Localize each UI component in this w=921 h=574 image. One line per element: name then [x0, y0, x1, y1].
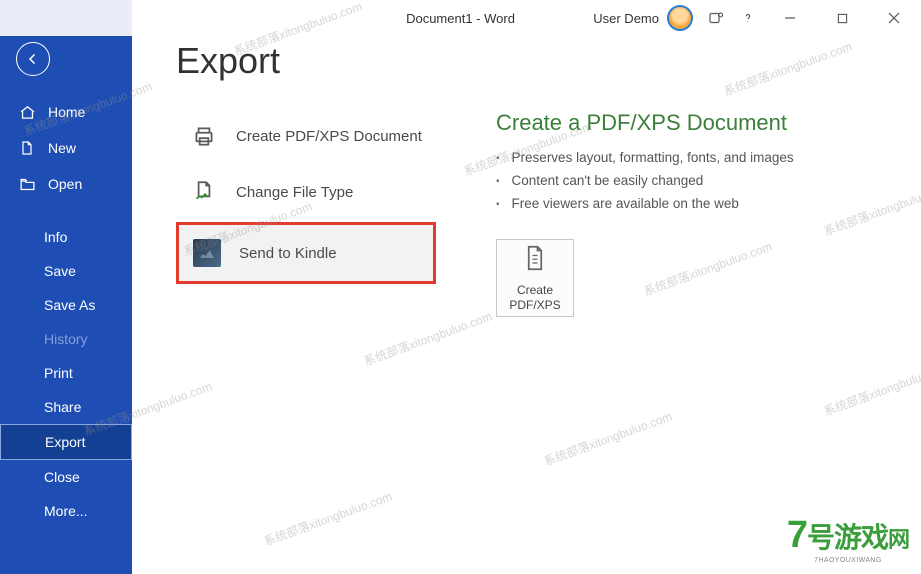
option-label: Change File Type: [236, 184, 353, 201]
change-file-type-icon: [190, 178, 218, 206]
nav-label: Export: [45, 434, 85, 450]
nav-label: History: [44, 331, 88, 347]
nav-label: Info: [44, 229, 67, 245]
nav-save[interactable]: Save: [0, 254, 132, 288]
close-button[interactable]: [875, 3, 913, 33]
nav-label: Print: [44, 365, 73, 381]
option-send-to-kindle[interactable]: Send to Kindle: [176, 222, 436, 284]
page-title: Export: [176, 40, 871, 82]
folder-open-icon: [18, 175, 36, 193]
option-change-file-type[interactable]: Change File Type: [176, 166, 436, 218]
new-document-icon: [18, 139, 36, 157]
button-label-line1: Create: [509, 283, 560, 298]
home-icon: [18, 103, 36, 121]
user-avatar-icon: [667, 5, 693, 31]
nav-export[interactable]: Export: [0, 424, 132, 460]
nav-label: Home: [48, 104, 85, 120]
nav-label: Save: [44, 263, 76, 279]
pdf-printer-icon: [190, 122, 218, 150]
details-bullet: Preserves layout, formatting, fonts, and…: [496, 150, 871, 165]
nav-print[interactable]: Print: [0, 356, 132, 390]
minimize-button[interactable]: [771, 3, 809, 33]
help-icon[interactable]: [739, 9, 757, 27]
create-pdf-xps-button[interactable]: Create PDF/XPS: [496, 239, 574, 317]
pdf-export-icon: [520, 243, 550, 277]
details-bullet: Free viewers are available on the web: [496, 196, 871, 211]
details-bullet: Content can't be easily changed: [496, 173, 871, 188]
nav-open[interactable]: Open: [0, 166, 132, 202]
option-label: Send to Kindle: [239, 245, 337, 262]
user-chip[interactable]: User Demo: [593, 5, 693, 31]
site-logo: 7号游戏网 7HAOYOUXIWANG: [787, 514, 909, 564]
nav-more[interactable]: More...: [0, 494, 132, 528]
back-button[interactable]: [16, 42, 50, 76]
nav-info[interactable]: Info: [0, 220, 132, 254]
option-label: Create PDF/XPS Document: [236, 128, 422, 145]
option-create-pdf-xps[interactable]: Create PDF/XPS Document: [176, 110, 436, 162]
nav-history: History: [0, 322, 132, 356]
maximize-button[interactable]: [823, 3, 861, 33]
nav-share[interactable]: Share: [0, 390, 132, 424]
button-label-line2: PDF/XPS: [509, 298, 560, 313]
nav-label: Save As: [44, 297, 95, 313]
nav-label: Open: [48, 176, 82, 192]
backstage-sidebar: Home New Open Info Save Save As History …: [0, 0, 132, 574]
nav-label: Close: [44, 469, 80, 485]
window-title: Document1 - Word: [406, 11, 515, 26]
nav-save-as[interactable]: Save As: [0, 288, 132, 322]
nav-close[interactable]: Close: [0, 460, 132, 494]
backstage-main: Export Create PDF/XPS Document Change Fi…: [132, 0, 921, 574]
user-name: User Demo: [593, 11, 659, 26]
export-details-pane: Create a PDF/XPS Document Preserves layo…: [496, 110, 871, 317]
kindle-icon: [193, 239, 221, 267]
coming-soon-icon[interactable]: [707, 9, 725, 27]
nav-new[interactable]: New: [0, 130, 132, 166]
export-options-list: Create PDF/XPS Document Change File Type…: [176, 110, 436, 317]
nav-home[interactable]: Home: [0, 94, 132, 130]
details-heading: Create a PDF/XPS Document: [496, 110, 871, 136]
nav-label: Share: [44, 399, 81, 415]
nav-label: New: [48, 140, 76, 156]
nav-label: More...: [44, 503, 88, 519]
